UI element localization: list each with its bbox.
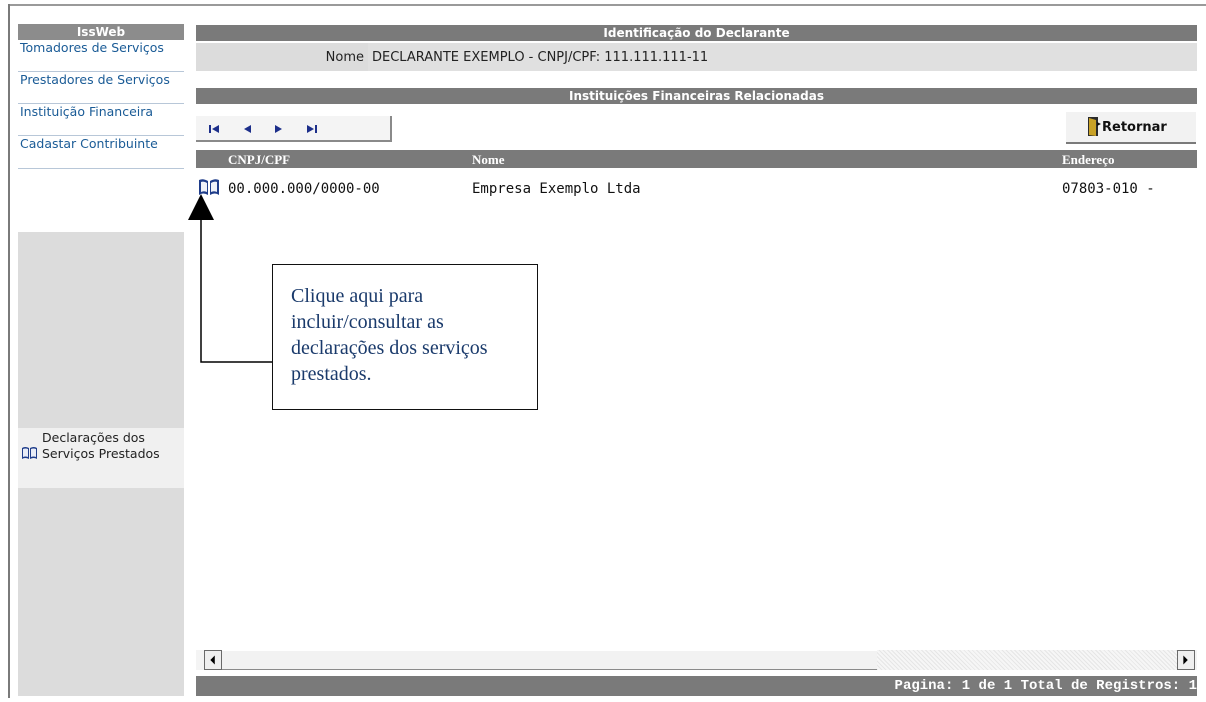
window-left-edge	[8, 4, 10, 698]
scroll-track[interactable]	[877, 650, 1177, 670]
scroll-left-icon	[210, 655, 215, 665]
callout-text: Clique aqui para incluir/consultar as de…	[291, 285, 488, 385]
table-row: 00.000.000/0000-00 Empresa Exemplo Ltda …	[196, 173, 1197, 205]
retornar-button[interactable]: Retornar	[1066, 112, 1196, 144]
book-icon	[22, 447, 37, 459]
cell-endereco: 07803-010 -	[1062, 181, 1155, 197]
scroll-thumb[interactable]	[222, 650, 877, 670]
pagination-box	[196, 116, 392, 142]
sidebar-item-instituicao[interactable]: Instituição Financeira	[20, 104, 182, 119]
section-title-declarante: Identificação do Declarante	[196, 25, 1197, 41]
horizontal-scrollbar[interactable]	[196, 650, 1197, 670]
sidebar-menu: Tomadores de Serviços Prestadores de Ser…	[18, 40, 184, 232]
window-top-edge	[8, 4, 1206, 6]
sidebar-title: IssWeb	[18, 24, 184, 40]
retornar-label: Retornar	[1102, 120, 1167, 135]
table-header: CNPJ/CPF Nome Endereço	[196, 150, 1197, 168]
cell-nome: Empresa Exemplo Ltda	[472, 181, 641, 197]
exit-door-icon	[1088, 117, 1101, 136]
cell-cnpj: 00.000.000/0000-00	[228, 181, 380, 197]
pagination-footer-text: Pagina: 1 de 1 Total de Registros: 1	[894, 678, 1197, 694]
last-page-icon[interactable]	[304, 124, 318, 134]
nome-label: Nome	[196, 43, 368, 71]
section-title-instituicoes: Instituições Financeiras Relacionadas	[196, 88, 1197, 104]
pagination-toolbar	[196, 116, 392, 142]
nome-value: DECLARANTE EXEMPLO - CNPJ/CPF: 111.111.1…	[372, 50, 709, 65]
column-header-nome[interactable]: Nome	[472, 150, 505, 169]
scroll-right-button[interactable]	[1177, 650, 1195, 670]
sidebar-item-tomadores[interactable]: Tomadores de Serviços	[20, 40, 182, 55]
sidebar-item-prestadores[interactable]: Prestadores de Serviços	[20, 72, 182, 87]
column-header-endereco[interactable]: Endereço	[1062, 150, 1114, 169]
sidebar-item-cadastrar[interactable]: Cadastar Contribuinte	[20, 136, 182, 151]
scroll-left-button[interactable]	[204, 650, 222, 670]
sidebar: IssWeb Tomadores de Serviços Prestadores…	[18, 24, 184, 696]
nome-row: Nome DECLARANTE EXEMPLO - CNPJ/CPF: 111.…	[196, 43, 1197, 71]
sidebar-divider	[18, 168, 184, 169]
callout-box: Clique aqui para incluir/consultar as de…	[272, 264, 538, 410]
sidebar-declaracoes[interactable]: Declarações dos Serviços Prestados	[18, 428, 184, 488]
prev-page-icon[interactable]	[240, 124, 254, 134]
declaracoes-label: Declarações dos Serviços Prestados	[42, 430, 160, 461]
book-icon[interactable]	[198, 178, 220, 196]
pagination-footer: Pagina: 1 de 1 Total de Registros: 1	[196, 676, 1197, 696]
column-header-cnpj[interactable]: CNPJ/CPF	[228, 150, 290, 169]
scroll-right-icon	[1183, 655, 1188, 665]
next-page-icon[interactable]	[272, 124, 286, 134]
first-page-icon[interactable]	[208, 124, 222, 134]
